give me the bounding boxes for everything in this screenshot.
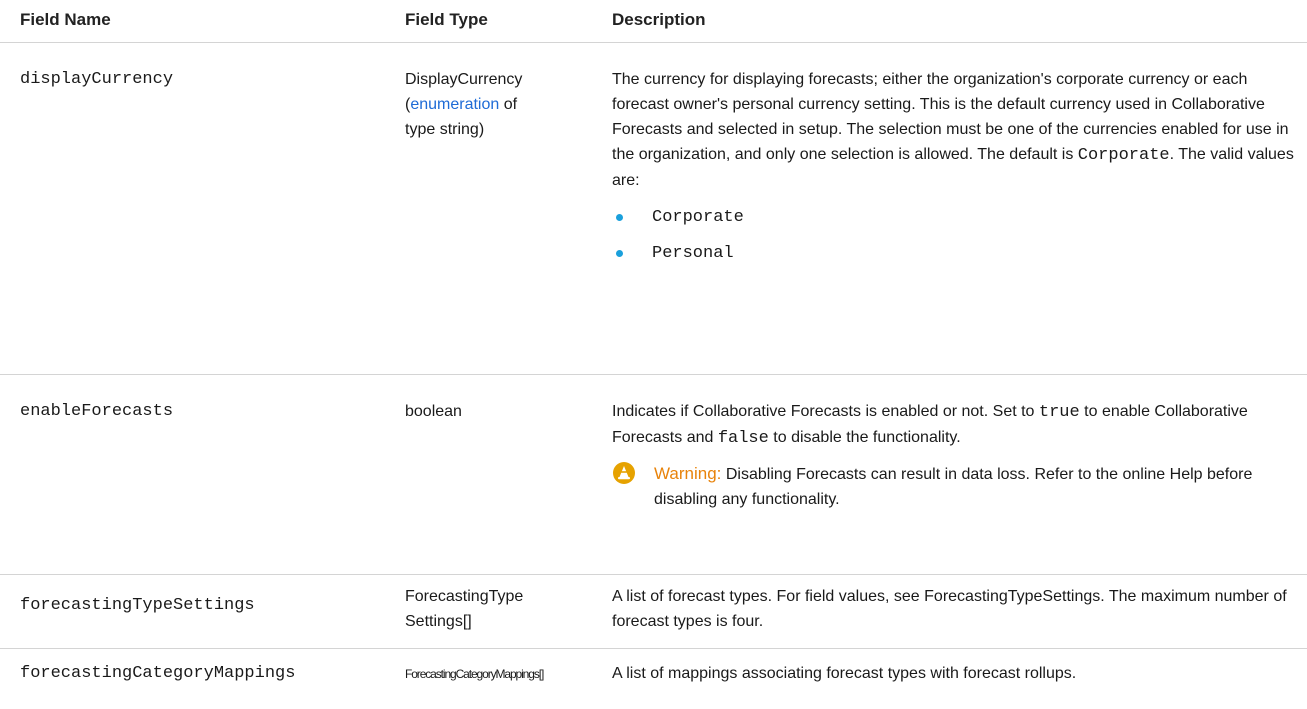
warning-label: Warning:: [654, 464, 722, 483]
field-name: enableForecasts: [20, 402, 174, 421]
field-description: A list of forecast types. For field valu…: [612, 588, 1287, 630]
field-type: ForecastingCategoryMappings[]: [405, 667, 544, 681]
header-description: Description: [612, 10, 706, 29]
value-list: Corporate Personal: [612, 199, 1297, 271]
warning-cone-icon: [613, 462, 635, 484]
field-type: DisplayCurrency (enumeration of type str…: [405, 67, 590, 142]
description-paragraph: Indicates if Collaborative Forecasts is …: [612, 399, 1297, 451]
header-field-name: Field Name: [20, 10, 111, 29]
bullet-icon: [616, 214, 623, 221]
enumeration-link[interactable]: enumeration: [410, 96, 499, 113]
table-row: enableForecasts boolean Indicates if Col…: [0, 375, 1307, 575]
field-type-line: (enumeration of: [405, 92, 590, 117]
description-text: Indicates if Collaborative Forecasts is …: [612, 403, 1039, 420]
field-type-line: DisplayCurrency: [405, 71, 523, 88]
list-item-value: Personal: [652, 244, 734, 263]
code-value: false: [717, 429, 769, 448]
field-type-line: Settings[]: [405, 613, 472, 630]
field-name: forecastingCategoryMappings: [20, 664, 296, 683]
description-paragraph: The currency for displaying forecasts; e…: [612, 67, 1297, 193]
field-table: Field Name Field Type Description displa…: [0, 0, 1307, 709]
table-row: forecastingTypeSettings ForecastingType …: [0, 575, 1307, 649]
field-description: Indicates if Collaborative Forecasts is …: [612, 399, 1297, 512]
field-name: forecastingTypeSettings: [20, 596, 255, 615]
field-type-line: ForecastingType: [405, 588, 524, 605]
description-text: to disable the functionality.: [768, 429, 961, 446]
code-value: Corporate: [1077, 146, 1170, 165]
warning-text: Disabling Forecasts can result in data l…: [654, 466, 1253, 508]
list-item: Personal: [612, 235, 1297, 271]
field-type-line: type string): [405, 121, 485, 138]
list-item: Corporate: [612, 199, 1297, 235]
field-type: boolean: [405, 403, 462, 420]
table-row: forecastingCategoryMappings ForecastingC…: [0, 649, 1307, 709]
header-field-type: Field Type: [405, 10, 488, 29]
field-description: A list of mappings associating forecast …: [612, 665, 1077, 682]
field-type-suffix: of: [499, 96, 518, 113]
field-type: ForecastingType Settings[]: [405, 584, 590, 634]
table-row: displayCurrency DisplayCurrency (enumera…: [0, 43, 1307, 375]
field-description: The currency for displaying forecasts; e…: [612, 67, 1297, 271]
bullet-icon: [616, 250, 623, 257]
list-item-value: Corporate: [652, 208, 744, 227]
code-value: true: [1038, 403, 1080, 422]
table-header: Field Name Field Type Description: [0, 0, 1307, 43]
field-name: displayCurrency: [20, 70, 174, 89]
warning-note: Warning: Disabling Forecasts can result …: [612, 461, 1297, 512]
